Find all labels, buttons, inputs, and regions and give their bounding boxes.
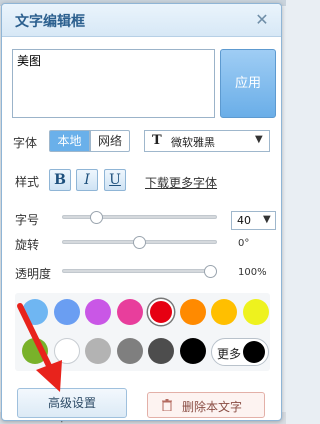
chevron-down-icon: ▼ xyxy=(263,214,271,225)
color-swatch[interactable] xyxy=(85,338,111,364)
size-label: 字号 xyxy=(15,213,40,227)
apply-button[interactable]: 应用 xyxy=(220,49,276,118)
color-swatch[interactable] xyxy=(179,299,206,325)
bold-button[interactable]: B xyxy=(49,169,71,191)
dialog-title: 文字编辑框 xyxy=(15,14,85,30)
font-source-local-tab[interactable]: 本地 xyxy=(49,130,90,152)
size-slider[interactable] xyxy=(62,215,217,219)
size-select[interactable]: 40 ▼ xyxy=(231,211,276,230)
opacity-label: 透明度 xyxy=(15,267,52,281)
color-swatch[interactable] xyxy=(211,299,237,325)
red-annotation-arrow xyxy=(17,303,62,392)
font-source-network-tab[interactable]: 网络 xyxy=(90,130,130,152)
rotation-slider-handle[interactable] xyxy=(133,236,146,249)
color-swatch[interactable] xyxy=(148,338,174,364)
font-family-select[interactable]: T 微软雅黑 ▼ xyxy=(144,130,270,152)
delete-text-button[interactable]: 删除本文字 xyxy=(147,392,265,418)
font-type-icon: T xyxy=(152,133,162,148)
font-label: 字体 xyxy=(13,136,38,150)
color-swatch[interactable] xyxy=(179,338,206,364)
color-swatch[interactable] xyxy=(85,299,111,325)
opacity-value: 100% xyxy=(238,267,267,278)
italic-button[interactable]: I xyxy=(76,169,98,191)
rotation-label: 旋转 xyxy=(15,238,40,252)
color-swatch[interactable] xyxy=(116,299,143,325)
more-colors-button[interactable]: 更多 xyxy=(211,338,269,366)
font-family-value: 微软雅黑 xyxy=(171,136,215,149)
download-more-fonts-link[interactable]: 下载更多字体 xyxy=(145,174,217,191)
style-label: 样式 xyxy=(15,175,40,189)
underline-button[interactable]: U xyxy=(104,169,126,191)
more-colors-label: 更多 xyxy=(217,347,242,361)
chevron-down-icon: ▼ xyxy=(255,134,263,145)
color-swatch[interactable] xyxy=(242,299,269,325)
rotation-value: 0° xyxy=(238,238,250,249)
text-input[interactable]: 美图 xyxy=(12,49,215,118)
size-value: 40 xyxy=(237,214,251,227)
color-swatch[interactable] xyxy=(148,299,174,325)
color-swatch[interactable] xyxy=(116,338,143,364)
dialog-titlebar[interactable]: 文字编辑框 ✕ xyxy=(2,4,281,37)
opacity-slider-handle[interactable] xyxy=(204,265,217,278)
size-slider-handle[interactable] xyxy=(90,211,104,224)
close-icon[interactable]: ✕ xyxy=(254,12,270,28)
current-color-swatch xyxy=(243,341,265,363)
trash-icon xyxy=(162,399,172,411)
opacity-slider[interactable] xyxy=(62,269,217,273)
delete-text-label: 删除本文字 xyxy=(182,400,243,414)
